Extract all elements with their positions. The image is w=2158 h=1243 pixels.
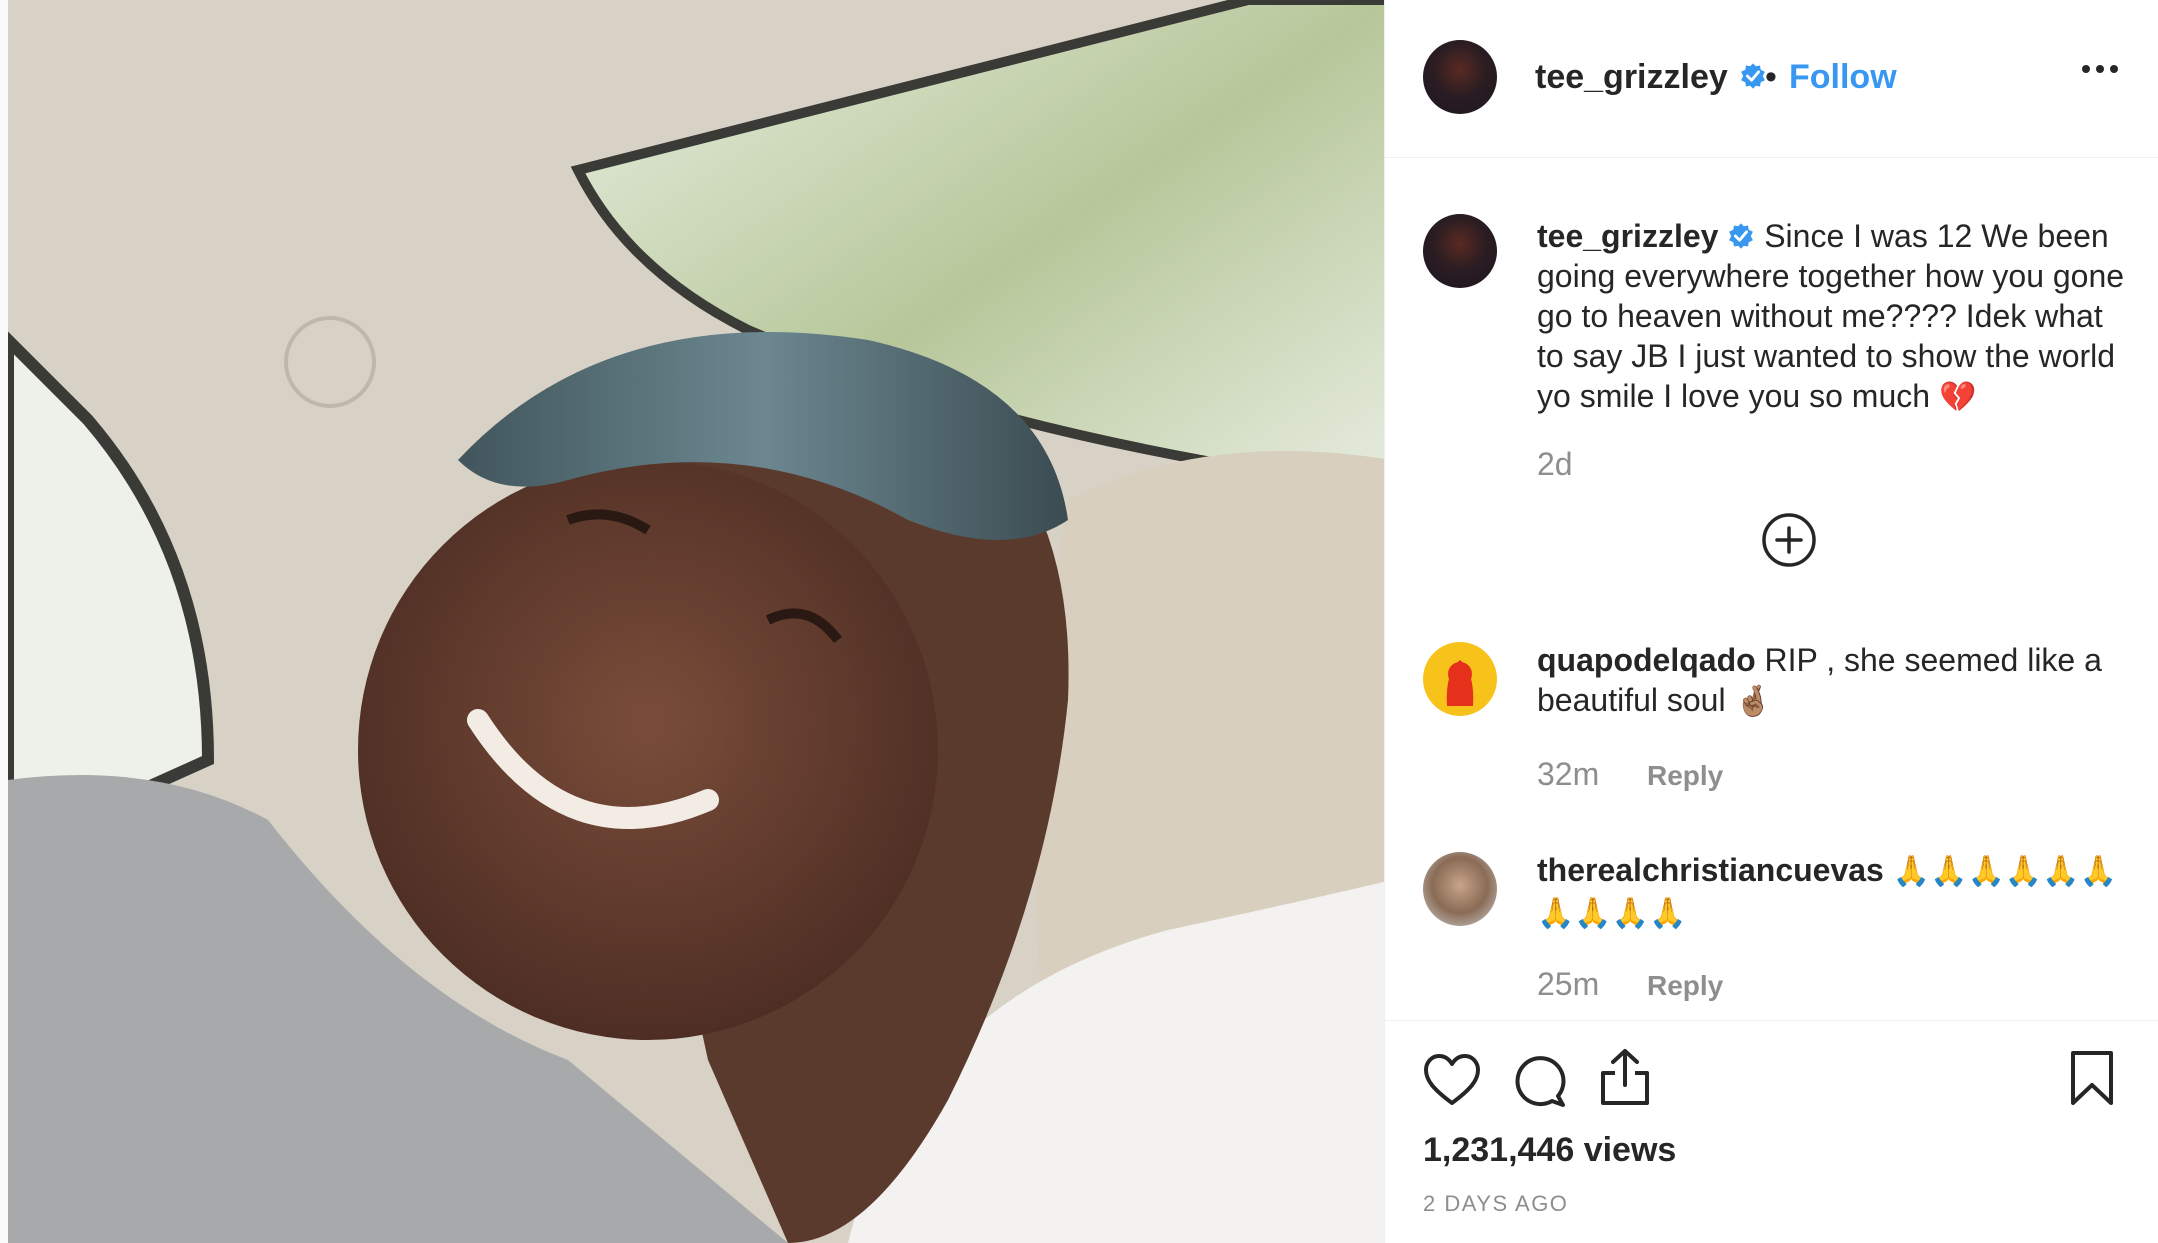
- post-actions: 1,231,446 views 2 DAYS AGO: [1385, 1020, 2158, 1243]
- post-video[interactable]: [0, 0, 1384, 1243]
- comment-timestamp[interactable]: 32m: [1537, 756, 1599, 793]
- verified-badge-icon: [1729, 223, 1754, 249]
- caption-text: tee_grizzley Since I was 12 We been goin…: [1537, 216, 2127, 418]
- instagram-post: tee_grizzley • Follow tee_grizzley Since…: [0, 0, 2158, 1243]
- commenter-avatar-image: [1446, 660, 1474, 706]
- post-side-panel: tee_grizzley • Follow tee_grizzley Since…: [1384, 0, 2158, 1243]
- broken-heart-emoji: 💔: [1938, 381, 1977, 414]
- bookmark-icon[interactable]: [2069, 1049, 2115, 1107]
- reply-button[interactable]: Reply: [1647, 760, 1723, 792]
- comment-text: therealchristiancuevas 🙏🙏🙏🙏🙏🙏🙏🙏🙏🙏: [1537, 850, 2127, 934]
- verified-badge-icon: [1741, 63, 1765, 89]
- video-frame-illustration: [8, 0, 1384, 1243]
- comment-username[interactable]: quapodelqado: [1537, 642, 1756, 678]
- header-separator: •: [1765, 58, 1777, 96]
- author-username[interactable]: tee_grizzley: [1535, 58, 1728, 97]
- comment-text: quapodelqado RIP , she seemed like a bea…: [1537, 640, 2127, 722]
- commenter-avatar[interactable]: [1423, 852, 1497, 926]
- crossed-fingers-emoji: 🤞🏽: [1734, 685, 1772, 718]
- caption-username[interactable]: tee_grizzley: [1537, 218, 1718, 254]
- more-options-icon[interactable]: [2075, 54, 2125, 84]
- view-count[interactable]: 1,231,446 views: [1423, 1131, 1676, 1170]
- follow-button[interactable]: Follow: [1789, 58, 1897, 97]
- comment-timestamp[interactable]: 25m: [1537, 966, 1599, 1003]
- reply-button[interactable]: Reply: [1647, 970, 1723, 1002]
- heart-icon[interactable]: [1423, 1053, 1481, 1107]
- share-icon[interactable]: [1597, 1047, 1653, 1107]
- comment-icon[interactable]: [1511, 1053, 1567, 1109]
- caption-author-avatar[interactable]: [1423, 214, 1497, 288]
- post-date[interactable]: 2 DAYS AGO: [1423, 1191, 1568, 1217]
- comments-list: tee_grizzley Since I was 12 We been goin…: [1385, 158, 2158, 1020]
- commenter-avatar[interactable]: [1423, 642, 1497, 716]
- comment-username[interactable]: therealchristiancuevas: [1537, 852, 1884, 888]
- author-avatar[interactable]: [1423, 40, 1497, 114]
- post-header: tee_grizzley • Follow: [1385, 0, 2158, 158]
- caption-timestamp[interactable]: 2d: [1537, 446, 1573, 483]
- plus-circle-icon[interactable]: [1761, 512, 1817, 568]
